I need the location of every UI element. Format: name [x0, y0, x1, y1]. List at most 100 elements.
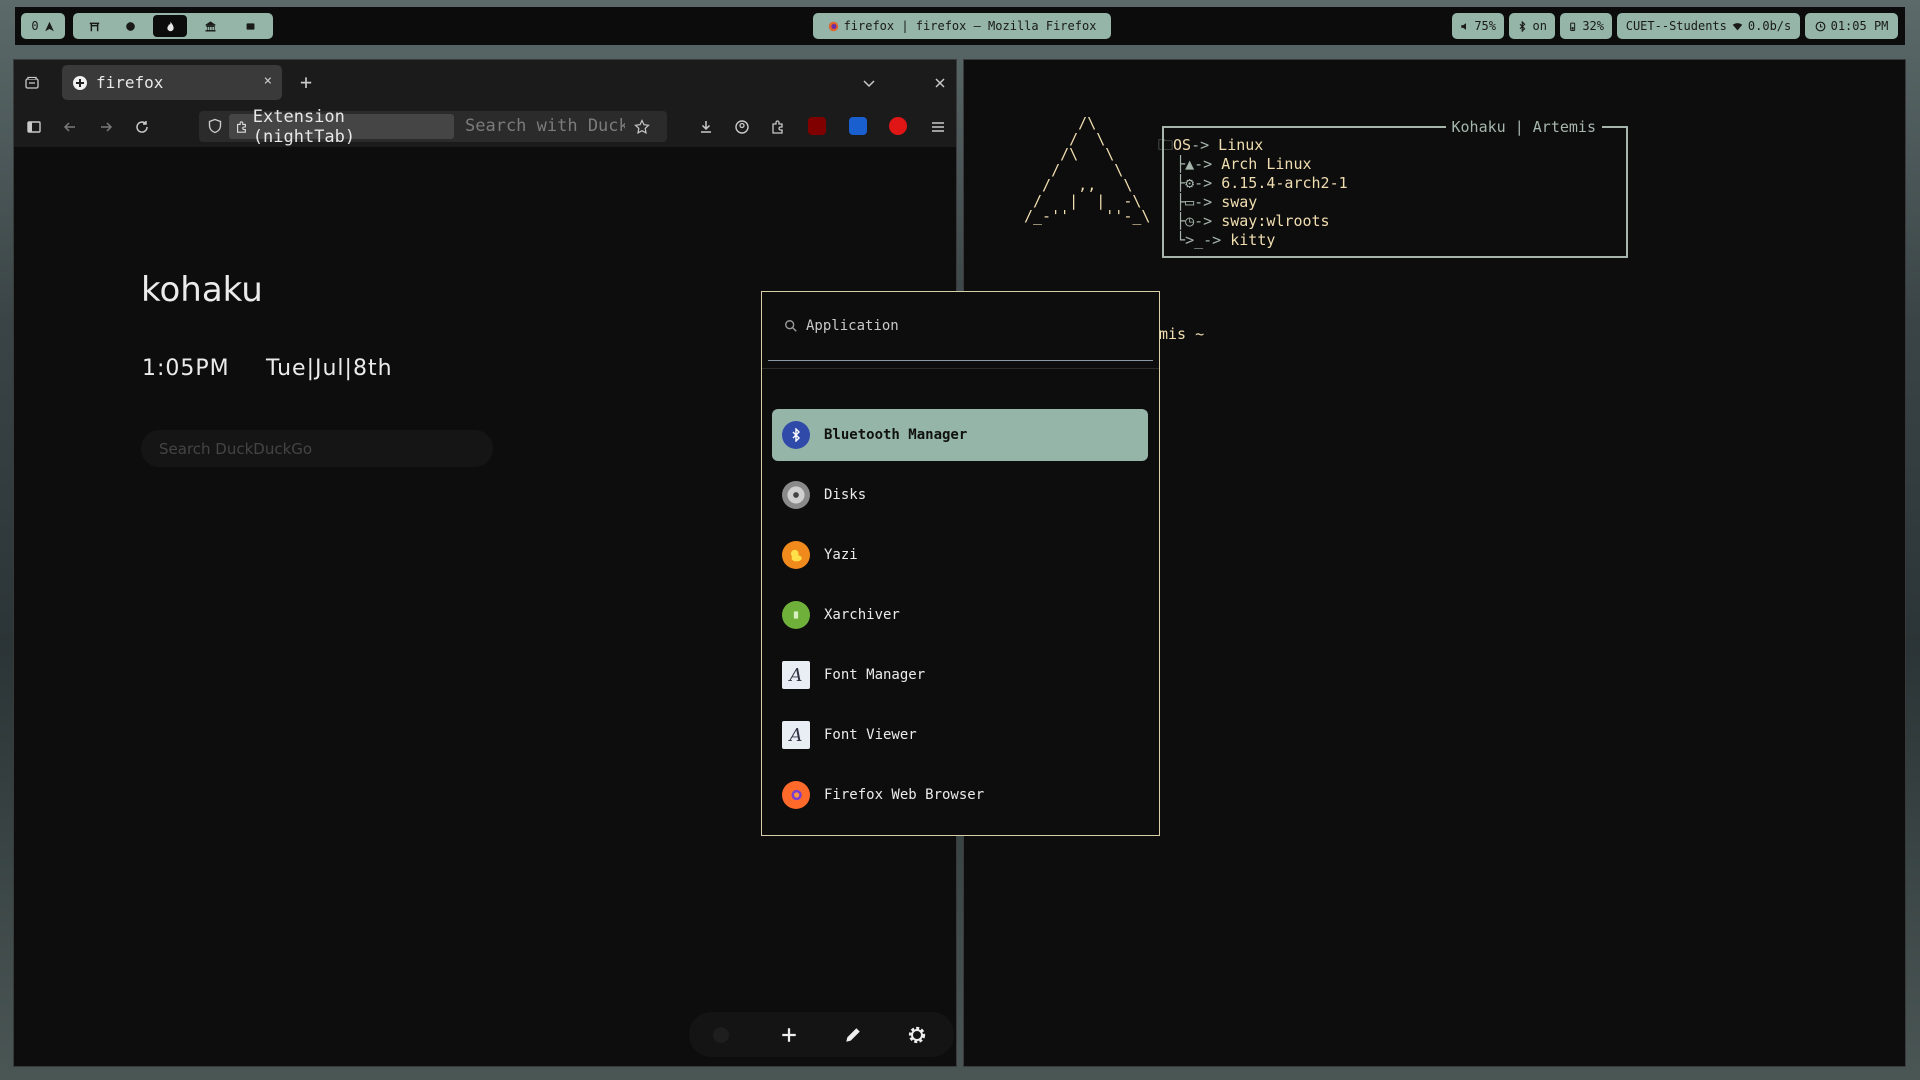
download-icon [701, 121, 711, 133]
tracking-protection-button[interactable] [207, 118, 223, 134]
volume-indicator[interactable]: 75% [1452, 13, 1504, 39]
extensions-button[interactable] [768, 117, 788, 137]
fetch-title: Kohaku | Artemis [1445, 118, 1602, 136]
settings-button[interactable] [905, 1023, 929, 1047]
search-icon [785, 320, 797, 332]
tab-close-button[interactable]: × [264, 73, 272, 89]
launcher-item-font-manager[interactable]: 𝐴 Font Manager [772, 649, 1148, 701]
sidebar-toggle-button[interactable] [24, 117, 44, 137]
gear-icon: ├⚙ [1158, 174, 1195, 192]
fetch-line-compositor: ├◷-> sway:wlroots [1158, 212, 1330, 230]
close-icon [935, 78, 945, 88]
launcher-item-firefox[interactable]: Firefox Web Browser [772, 769, 1148, 821]
hamburger-menu-icon [932, 122, 944, 132]
workspace-indicator[interactable]: 0 [21, 13, 65, 39]
window-close-button[interactable] [930, 73, 950, 93]
wifi-icon [1732, 22, 1743, 30]
add-bookmark-button[interactable] [777, 1023, 801, 1047]
list-tabs-button[interactable] [859, 73, 879, 93]
arch-ascii-logo: /\ / \ /\ \ / \ / ,, \ / | | -\ /_-'' ''… [1024, 114, 1151, 225]
page-clock: 1:05PM [142, 356, 230, 381]
youtube-extension-icon[interactable] [889, 117, 907, 135]
bluetooth-icon [1519, 20, 1526, 32]
tab-bar: firefox × + [14, 60, 956, 105]
font-icon: 𝐴 [782, 721, 810, 749]
firefox-icon [782, 781, 810, 809]
launcher-search-input[interactable]: Application [806, 318, 899, 334]
launcher-item-yazi[interactable]: Yazi [772, 529, 1148, 581]
battery-indicator[interactable]: 32% [1560, 13, 1612, 39]
flame-icon [166, 21, 174, 31]
disk-icon [782, 481, 810, 509]
top-status-bar: 0 firefox | firefox — Mozilla Firefox 75… [15, 7, 1905, 45]
bookmark-star-button[interactable] [633, 118, 651, 136]
ublock-origin-icon[interactable] [808, 117, 826, 135]
temple-icon [204, 20, 216, 32]
shield-icon [208, 118, 222, 134]
fetch-line-wm: ├▭-> sway [1158, 193, 1258, 211]
page-search-input[interactable]: Search DuckDuckGo [141, 430, 493, 467]
launcher-divider [762, 368, 1159, 369]
fastfetch-box: Kohaku | Artemis 🗀OS-> Linux ├▲-> Arch L… [1158, 118, 1628, 258]
launcher-item-xarchiver[interactable]: Xarchiver [772, 589, 1148, 641]
scroll-icon [246, 22, 254, 30]
firefox-icon [828, 21, 838, 31]
fetch-line-kernel: ├⚙-> 6.15.4-arch2-1 [1158, 174, 1348, 192]
bluetooth-icon [782, 421, 810, 449]
tab-overview-button[interactable] [22, 73, 42, 93]
launcher-item-disks[interactable]: Disks [772, 469, 1148, 521]
extension-identity-chip[interactable]: Extension (nightTab) [229, 107, 454, 147]
network-indicator[interactable]: CUET--Students 0.0b/s [1617, 13, 1800, 39]
edit-button[interactable] [841, 1023, 865, 1047]
bluetooth-indicator[interactable]: on [1509, 13, 1555, 39]
folder-icon: 🗀 [1158, 136, 1174, 154]
workspace-2[interactable] [113, 13, 147, 39]
page-date: Tue|Jul|8th [266, 356, 393, 381]
new-tab-button[interactable]: + [294, 70, 318, 94]
app-menu-button[interactable] [928, 117, 948, 137]
navigation-toolbar: Extension (nightTab) Search with DuckDuc… [14, 105, 956, 147]
font-icon: 𝐴 [782, 661, 810, 689]
url-bar[interactable]: Extension (nightTab) Search with DuckDuc… [199, 107, 667, 147]
reload-icon [136, 121, 148, 133]
bitwarden-icon[interactable] [849, 117, 867, 135]
circle-icon [713, 1027, 729, 1043]
workspace-3-active[interactable] [153, 15, 187, 37]
torii-icon [89, 22, 99, 31]
workspace-5[interactable] [233, 13, 267, 39]
workspace-4[interactable] [193, 13, 227, 39]
launcher-item-bluetooth-manager[interactable]: Bluetooth Manager [772, 409, 1148, 461]
globe-icon [125, 21, 135, 31]
reload-button[interactable] [132, 117, 152, 137]
account-button[interactable] [732, 117, 752, 137]
archive-icon [782, 601, 810, 629]
workspace-switcher [73, 13, 273, 39]
star-icon [634, 119, 650, 135]
theme-toggle-button[interactable] [709, 1023, 733, 1047]
downloads-button[interactable] [696, 117, 716, 137]
fetch-line-terminal: └>_-> kitty [1158, 231, 1276, 249]
battery-icon [1570, 22, 1576, 31]
app-launcher: Application Bluetooth Manager Disks Yazi… [761, 291, 1160, 836]
clock-indicator[interactable]: 01:05 PM [1805, 13, 1898, 39]
speaker-icon [1461, 22, 1466, 30]
plus-icon [782, 1028, 796, 1042]
launcher-item-font-viewer[interactable]: 𝐴 Font Viewer [772, 709, 1148, 761]
nighttab-toolbar [689, 1012, 954, 1057]
arrow-right-icon [101, 122, 113, 132]
workspace-1[interactable] [77, 13, 111, 39]
back-button[interactable] [60, 117, 80, 137]
sidebar-icon [27, 121, 41, 133]
fetch-line-distro: ├▲-> Arch Linux [1158, 155, 1312, 173]
tab-firefox[interactable]: firefox × [62, 65, 282, 100]
window-title-pill: firefox | firefox — Mozilla Firefox [813, 13, 1111, 39]
chevron-down-icon [863, 80, 875, 88]
shell-prompt: mis ~ [1159, 325, 1205, 343]
arch-logo-icon [44, 21, 54, 31]
forward-button[interactable] [96, 117, 116, 137]
clock-icon [1815, 21, 1826, 31]
launcher-search[interactable]: Application [768, 292, 1153, 361]
clock-icon: ├◷ [1158, 212, 1195, 230]
account-icon [735, 120, 749, 134]
url-input[interactable]: Search with DuckDuckGo [465, 116, 625, 136]
